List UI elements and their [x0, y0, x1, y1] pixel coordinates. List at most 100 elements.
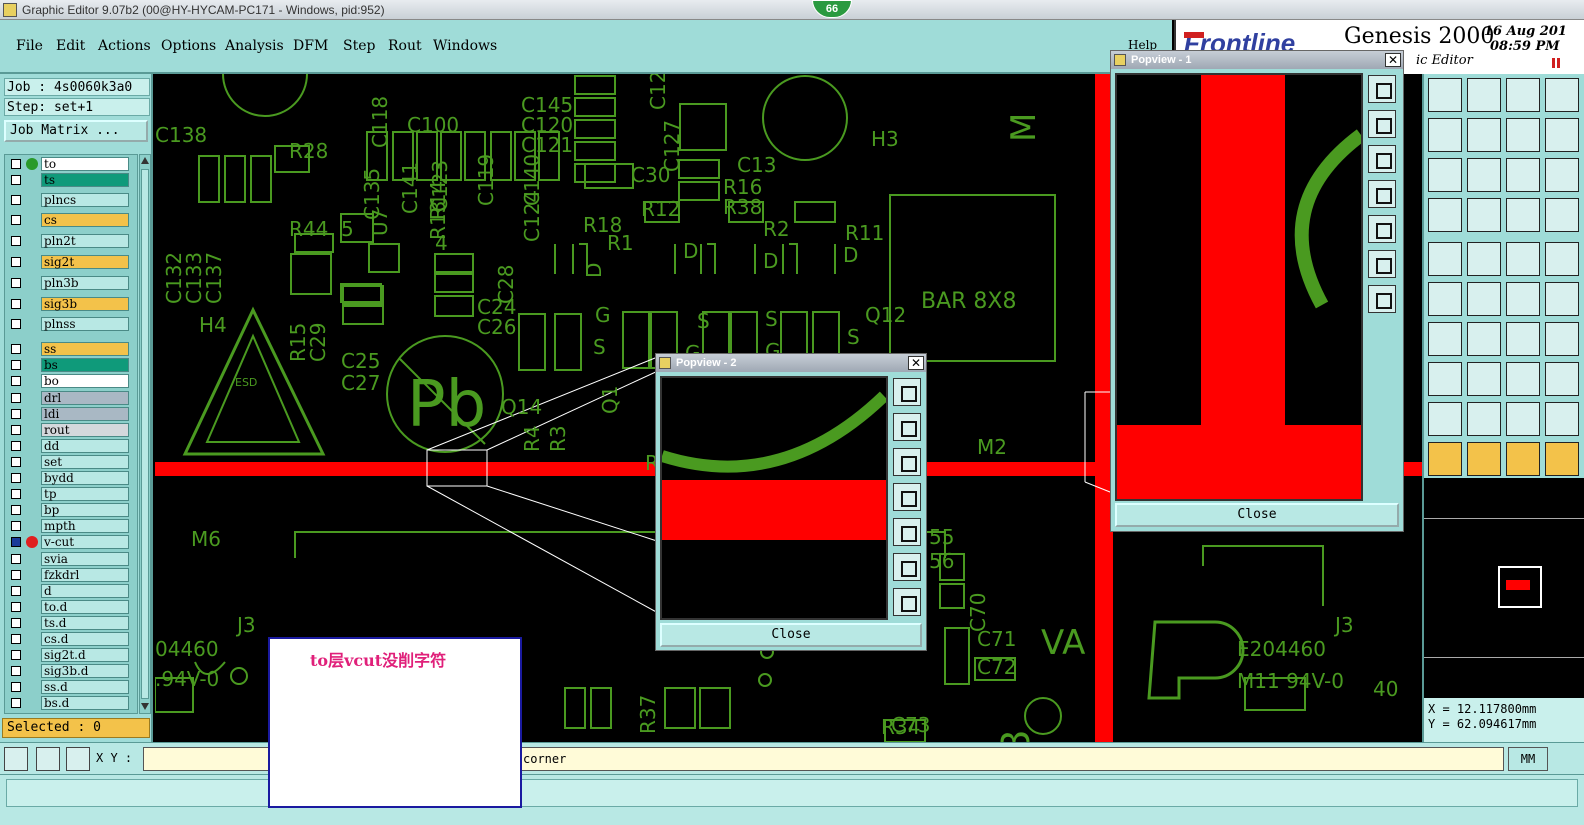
layer-checkbox[interactable]	[11, 505, 21, 515]
layer-name[interactable]: bo	[41, 374, 129, 388]
layer-row-svia[interactable]: svia	[7, 552, 129, 566]
clip-icon[interactable]	[1545, 402, 1579, 436]
layer-row-sig3b.d[interactable]: sig3b.d	[7, 664, 129, 678]
pan-down-icon[interactable]	[1368, 145, 1396, 173]
layer-row-ss[interactable]: ss	[7, 342, 129, 356]
left-panel-icon[interactable]	[1545, 78, 1579, 112]
popview-1-close-button[interactable]: Close	[1115, 503, 1399, 527]
layer-name[interactable]: ts.d	[41, 616, 129, 630]
layer-name[interactable]: plnss	[41, 317, 129, 331]
move-left-icon[interactable]	[1428, 118, 1462, 152]
menu-file[interactable]: File	[16, 38, 43, 54]
layer-checkbox[interactable]	[11, 257, 21, 267]
layer-checkbox[interactable]	[11, 489, 21, 499]
zoom-fit-icon[interactable]	[893, 378, 921, 406]
layer-row-ldi[interactable]: ldi	[7, 407, 129, 421]
zoom-in-icon[interactable]	[893, 588, 921, 616]
connect-icon[interactable]	[1428, 282, 1462, 316]
zoom-fit-icon[interactable]	[1368, 75, 1396, 103]
layer-checkbox[interactable]	[11, 698, 21, 708]
layer-checkbox[interactable]	[11, 618, 21, 628]
layer-checkbox[interactable]	[11, 344, 21, 354]
pointer-icon[interactable]	[1428, 442, 1462, 476]
layer-name[interactable]: cs	[41, 213, 129, 227]
popview-2-close-button[interactable]: Close	[660, 623, 922, 647]
layer-name[interactable]: pln2t	[41, 234, 129, 248]
layer-row-dd[interactable]: dd	[7, 439, 129, 453]
popview-1-view[interactable]	[1115, 73, 1363, 501]
layer-checkbox[interactable]	[11, 159, 21, 169]
layer-row-sig3b[interactable]: sig3b	[7, 297, 129, 311]
layer-row-plncs[interactable]: plncs	[7, 193, 129, 207]
cross-icon[interactable]	[1467, 282, 1501, 316]
layer-name[interactable]: bydd	[41, 471, 129, 485]
move-right-icon[interactable]	[1467, 118, 1501, 152]
menu-analysis[interactable]: Analysis	[225, 38, 284, 54]
layer-name[interactable]: bs.d	[41, 696, 129, 710]
route-icon[interactable]	[1428, 198, 1462, 232]
layer-row-fzkdrl[interactable]: fzkdrl	[7, 568, 129, 582]
draw-area-icon[interactable]	[1467, 242, 1501, 276]
layer-name[interactable]: ss.d	[41, 680, 129, 694]
layer-list-scrollbar[interactable]	[139, 154, 151, 714]
layer-row-bp[interactable]: bp	[7, 503, 129, 517]
measure-icon[interactable]	[36, 747, 60, 771]
slash-icon[interactable]	[1467, 322, 1501, 356]
zoom-in-icon[interactable]	[1368, 285, 1396, 313]
layer-checkbox[interactable]	[11, 393, 21, 403]
layer-checkbox[interactable]	[11, 602, 21, 612]
layer-name[interactable]: to.d	[41, 600, 129, 614]
layer-checkbox[interactable]	[11, 473, 21, 483]
layer-name[interactable]: bs	[41, 358, 129, 372]
zoom-icon[interactable]	[1545, 158, 1579, 192]
menu-step[interactable]: Step	[343, 38, 375, 54]
triangle-c-icon[interactable]	[1506, 402, 1540, 436]
popview-2-view[interactable]	[660, 376, 888, 620]
layer-row-pln2t[interactable]: pln2t	[7, 234, 129, 248]
layer-name[interactable]: d	[41, 584, 129, 598]
measure-ruler-icon[interactable]	[1506, 242, 1540, 276]
layer-name[interactable]: tp	[41, 487, 129, 501]
layer-row-pln3b[interactable]: pln3b	[7, 276, 129, 290]
layer-name[interactable]: drl	[41, 391, 129, 405]
triangle-a-icon[interactable]	[1428, 402, 1462, 436]
layer-name[interactable]: ldi	[41, 407, 129, 421]
layer-checkbox[interactable]	[11, 441, 21, 451]
layer-checkbox[interactable]	[11, 360, 21, 370]
layer-row-d[interactable]: d	[7, 584, 129, 598]
menu-edit[interactable]: Edit	[56, 38, 85, 54]
layer-checkbox[interactable]	[11, 634, 21, 644]
layer-row-sig2t.d[interactable]: sig2t.d	[7, 648, 129, 662]
layer-row-cs[interactable]: cs	[7, 213, 129, 227]
layer-name[interactable]: mpth	[41, 519, 129, 533]
layer-row-cs.d[interactable]: cs.d	[7, 632, 129, 646]
pan-right-icon[interactable]	[893, 518, 921, 546]
grid-toggle-icon[interactable]	[1467, 198, 1501, 232]
undo-icon[interactable]	[1545, 442, 1579, 476]
line-icon[interactable]	[1428, 322, 1462, 356]
layer-row-bs[interactable]: bs	[7, 358, 129, 372]
layer-row-ss.d[interactable]: ss.d	[7, 680, 129, 694]
layer-checkbox[interactable]	[11, 319, 21, 329]
pan-down-icon[interactable]	[893, 448, 921, 476]
special-icon[interactable]	[1545, 362, 1579, 396]
snap-icon[interactable]	[1506, 198, 1540, 232]
popview-1-titlebar[interactable]: Popview - 1 ✕	[1111, 51, 1403, 69]
line-red-icon[interactable]	[1467, 362, 1501, 396]
grid-icon[interactable]	[66, 747, 90, 771]
layer-checkbox[interactable]	[11, 299, 21, 309]
link-icon[interactable]	[1545, 282, 1579, 316]
layer-name[interactable]: set	[41, 455, 129, 469]
layer-checkbox[interactable]	[11, 537, 21, 547]
menu-rout[interactable]: Rout	[388, 38, 422, 54]
layer-row-bs.d[interactable]: bs.d	[7, 696, 129, 710]
layer-checkbox[interactable]	[11, 278, 21, 288]
layer-row-to.d[interactable]: to.d	[7, 600, 129, 614]
layer-checkbox[interactable]	[11, 586, 21, 596]
zoom-out-icon[interactable]	[1368, 250, 1396, 278]
layer-checkbox[interactable]	[11, 195, 21, 205]
pan-right-icon[interactable]	[1368, 215, 1396, 243]
overview-map[interactable]	[1422, 478, 1584, 698]
layer-row-ts.d[interactable]: ts.d	[7, 616, 129, 630]
layer-row-bydd[interactable]: bydd	[7, 471, 129, 485]
